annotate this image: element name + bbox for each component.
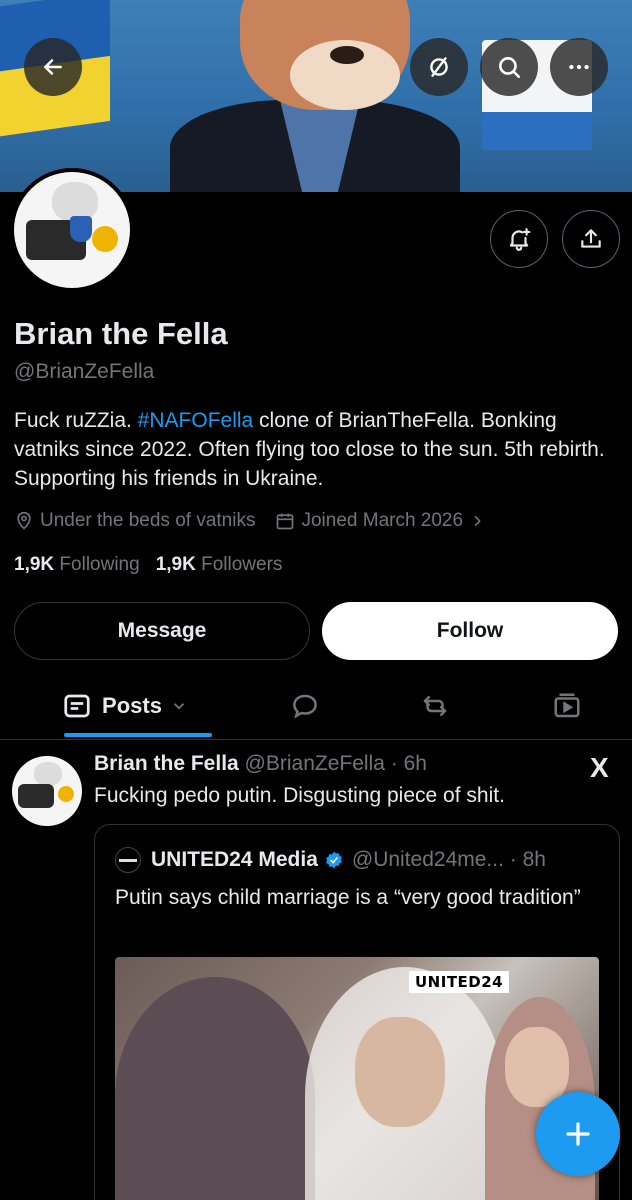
location: Under the beds of vatniks bbox=[14, 510, 255, 532]
posts-icon bbox=[64, 694, 90, 718]
tab-reposts[interactable] bbox=[400, 672, 470, 740]
post-avatar[interactable] bbox=[12, 756, 82, 826]
profile-name: Brian the Fella bbox=[14, 316, 228, 351]
bio-text: Fuck ruZZia. bbox=[14, 409, 138, 432]
tab-posts[interactable]: Posts bbox=[40, 672, 212, 740]
arrow-left-icon bbox=[44, 59, 62, 75]
followers-label: Followers bbox=[201, 554, 283, 575]
location-text: Under the beds of vatniks bbox=[40, 510, 256, 531]
repost-icon bbox=[423, 696, 447, 716]
quote-video-thumbnail[interactable]: UNITED24 bbox=[115, 957, 599, 1200]
video-icon bbox=[554, 693, 580, 718]
following-link[interactable]: 1,9K Following bbox=[14, 554, 140, 576]
joined-text: Joined March 2026 bbox=[301, 510, 464, 531]
bell-plus-icon bbox=[509, 228, 531, 251]
no-sign-icon bbox=[430, 57, 448, 77]
tab-posts-label: Posts bbox=[102, 693, 162, 718]
profile-banner[interactable] bbox=[0, 0, 632, 192]
verified-badge-icon bbox=[326, 851, 342, 869]
united24-logo-icon bbox=[115, 847, 141, 873]
more-horizontal-icon bbox=[569, 64, 589, 70]
joined-date[interactable]: Joined March 2026 bbox=[275, 510, 491, 532]
profile-tabs: Posts bbox=[0, 672, 632, 740]
banner-dog-image bbox=[170, 0, 460, 192]
profile-meta: Under the beds of vatniks Joined March 2… bbox=[14, 510, 511, 532]
bio-hashtag-link[interactable]: #NAFOFella bbox=[138, 409, 254, 432]
following-label: Following bbox=[59, 554, 140, 575]
followers-link[interactable]: 1,9K Followers bbox=[156, 554, 283, 576]
x-logo-icon: X bbox=[590, 752, 609, 783]
tab-replies[interactable] bbox=[270, 672, 340, 740]
location-pin-icon bbox=[17, 511, 31, 530]
post-author-name[interactable]: Brian the Fella bbox=[94, 752, 239, 775]
quote-text: Putin says child marriage is a “very goo… bbox=[115, 886, 581, 909]
post-text: Fucking pedo putin. Disgusting piece of … bbox=[94, 784, 505, 807]
quote-header: UNITED24 Media @United24me... · 8h bbox=[115, 847, 546, 873]
share-icon bbox=[581, 229, 601, 248]
active-tab-indicator bbox=[64, 733, 212, 737]
profile-avatar[interactable] bbox=[10, 168, 134, 292]
notify-button[interactable] bbox=[490, 210, 548, 268]
post-author-meta: @BrianZeFella · 6h bbox=[238, 752, 427, 775]
calendar-icon bbox=[277, 513, 294, 530]
search-button[interactable] bbox=[480, 38, 538, 96]
back-button[interactable] bbox=[24, 38, 82, 96]
chevron-right-icon bbox=[474, 515, 481, 527]
search-icon bbox=[499, 57, 521, 79]
quote-author-name: UNITED24 Media bbox=[151, 848, 318, 871]
followers-count: 1,9K bbox=[155, 554, 196, 575]
profile-bio: Fuck ruZZia. #NAFOFella clone of BrianTh… bbox=[14, 406, 620, 493]
more-button[interactable] bbox=[550, 38, 608, 96]
plus-icon bbox=[566, 1122, 590, 1146]
profile-handle: @BrianZeFella bbox=[14, 360, 155, 383]
tab-media[interactable] bbox=[532, 672, 602, 740]
united24-watermark: UNITED24 bbox=[409, 971, 510, 993]
grok-button[interactable] bbox=[410, 38, 468, 96]
follow-stats: 1,9K Following 1,9K Followers bbox=[14, 554, 282, 576]
quote-author-meta: @United24me... · 8h bbox=[351, 848, 546, 871]
post-header: Brian the Fella @BrianZeFella · 6h bbox=[94, 752, 427, 776]
message-button[interactable]: Message bbox=[14, 602, 310, 660]
chevron-down-icon bbox=[173, 703, 185, 710]
reply-bubble-icon bbox=[293, 694, 317, 719]
follow-button[interactable]: Follow bbox=[322, 602, 618, 660]
compose-post-button[interactable] bbox=[536, 1092, 620, 1176]
following-count: 1,9K bbox=[14, 554, 55, 575]
share-button[interactable] bbox=[562, 210, 620, 268]
